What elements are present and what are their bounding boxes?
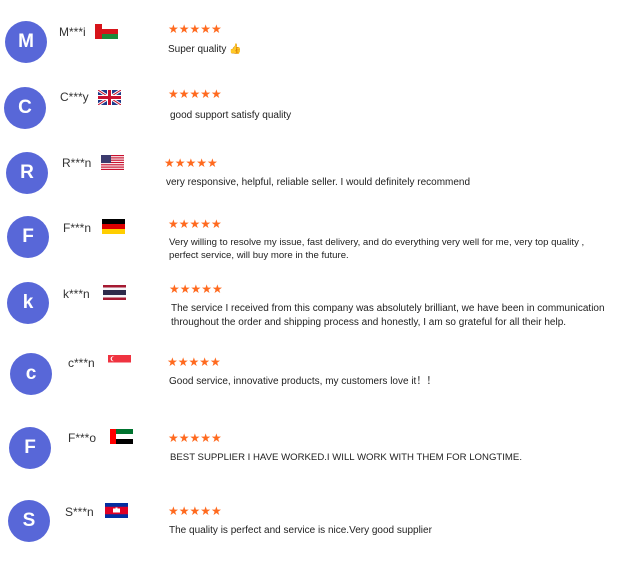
- avatar: F: [7, 216, 49, 258]
- review-text: The quality is perfect and service is ni…: [169, 525, 432, 536]
- review-text: good support satisfy quality: [170, 110, 292, 121]
- rating-stars: ★★★★★: [164, 156, 218, 170]
- germany-flag-icon: [102, 219, 125, 234]
- rating-stars: ★★★★★: [168, 504, 222, 518]
- review-text: throughout the order and shipping proces…: [171, 317, 567, 328]
- review-text: Good service, innovative products, my cu…: [169, 376, 437, 387]
- rating-stars: ★★★★★: [168, 87, 222, 101]
- review-text: perfect service, will buy more in the fu…: [169, 250, 349, 261]
- avatar: R: [6, 152, 48, 194]
- avatar: F: [9, 427, 51, 469]
- reviewer-name: C***y: [60, 90, 89, 104]
- review-item: S S***n ★★★★★ The quality is perfect and…: [0, 0, 640, 542]
- review-text: The service I received from this company…: [171, 303, 605, 314]
- reviewer-name: S***n: [65, 505, 94, 519]
- avatar: S: [8, 500, 50, 542]
- reviewer-name: F***n: [63, 221, 92, 235]
- review-text: very responsive, helpful, reliable selle…: [166, 177, 471, 188]
- usa-flag-icon: [101, 155, 124, 170]
- cambodia-flag-icon: [105, 503, 128, 518]
- rating-stars: ★★★★★: [167, 355, 221, 369]
- uae-flag-icon: [110, 429, 133, 444]
- singapore-flag-icon: [108, 355, 131, 370]
- review-text: BEST SUPPLIER I HAVE WORKED.I WILL WORK …: [170, 452, 522, 463]
- reviewer-name: c***n: [68, 356, 95, 370]
- avatar: c: [10, 353, 52, 395]
- review-text: Very willing to resolve my issue, fast d…: [169, 237, 585, 248]
- reviewer-name: F***o: [68, 431, 97, 445]
- rating-stars: ★★★★★: [168, 217, 222, 231]
- avatar: C: [4, 87, 46, 129]
- rating-stars: ★★★★★: [169, 282, 223, 296]
- reviewer-name: R***n: [62, 156, 92, 170]
- reviewer-name: k***n: [63, 287, 90, 301]
- thailand-flag-icon: [103, 285, 126, 300]
- rating-stars: ★★★★★: [168, 431, 222, 445]
- uk-flag-icon: [98, 90, 121, 105]
- avatar: k: [7, 282, 49, 324]
